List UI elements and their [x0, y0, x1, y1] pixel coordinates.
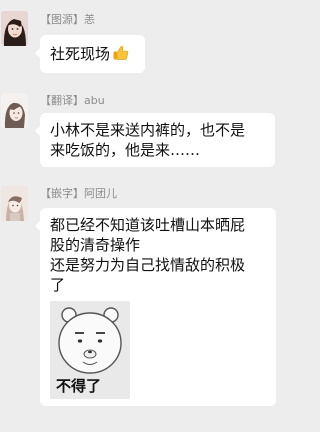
sender-name: 恙 — [84, 13, 95, 26]
sender-name: abu — [84, 94, 105, 107]
girl-sketch-avatar-icon — [1, 93, 28, 128]
avatar[interactable] — [1, 93, 28, 128]
message-line: 来吃饭的，他是来…… — [50, 141, 201, 159]
message-line: 了 — [50, 276, 66, 294]
sender-label: 【嵌字】阿团儿 — [40, 187, 117, 201]
avatar[interactable] — [1, 11, 28, 46]
anime-character-avatar-icon — [1, 186, 28, 221]
sticker-caption: 不得了 — [56, 377, 102, 395]
message-bubble[interactable]: 社死现场 — [35, 35, 145, 73]
message-bubble[interactable]: 小林不是来送内裤的，也不是 来吃饭的，他是来…… — [35, 113, 275, 167]
chat-thread: 【图源】恙 社死现场 【翻译】abu 小林不是来送内裤的，也不是 来吃饭的，他是… — [0, 0, 303, 432]
bear-meme-sticker-icon — [58, 307, 122, 374]
message-line: 小林不是来送内裤的，也不是 — [50, 121, 246, 139]
sender-label: 【翻译】abu — [40, 94, 105, 108]
sender-name: 阿团儿 — [84, 187, 117, 200]
message-line: 股的清奇操作 — [50, 236, 141, 254]
bear-meme-sticker[interactable]: 不得了 — [50, 301, 130, 399]
message-line: 都已经不知道该吐槽山本晒屁 — [50, 216, 246, 234]
message-bubble[interactable]: 都已经不知道该吐槽山本晒屁 股的清奇操作 还是努力为自己找情敌的积极 了 不得了 — [35, 208, 276, 406]
sender-tag: 【图源】 — [40, 13, 84, 26]
sender-label: 【图源】恙 — [40, 13, 95, 27]
sender-tag: 【嵌字】 — [40, 187, 84, 200]
sender-tag: 【翻译】 — [40, 94, 84, 107]
avatar[interactable] — [1, 186, 28, 221]
thumbs-up-icon — [112, 44, 129, 66]
girl-portrait-avatar-icon — [1, 11, 28, 46]
message-text: 社死现场 — [50, 45, 111, 63]
message-line: 还是努力为自己找情敌的积极 — [50, 256, 246, 274]
